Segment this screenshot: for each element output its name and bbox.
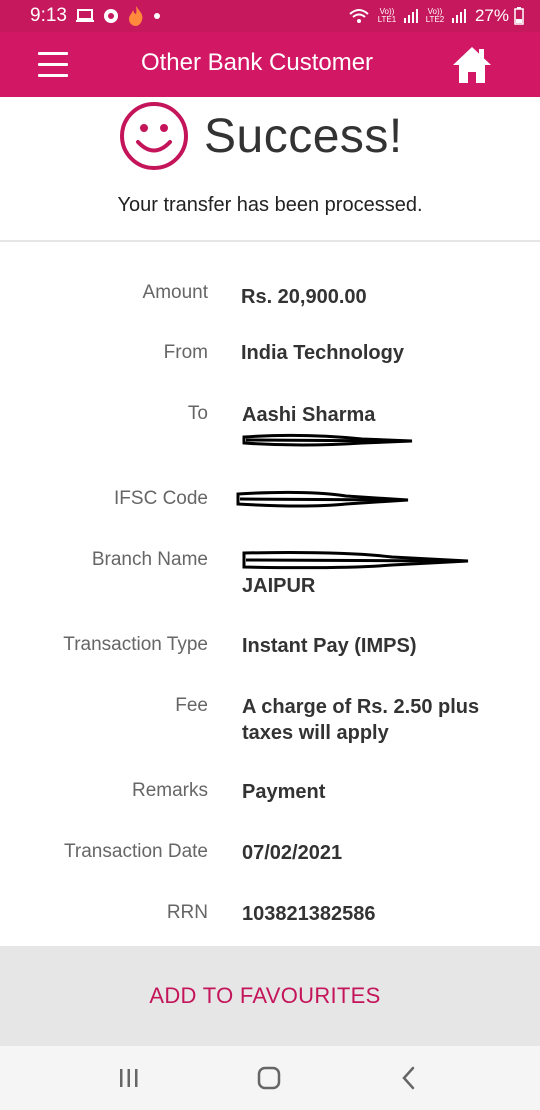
sim1-label: Vo)) LTE1	[377, 7, 397, 24]
detail-value: A charge of Rs. 2.50 plus taxes will app…	[242, 696, 480, 744]
flame-icon	[127, 5, 145, 27]
recent-apps-icon[interactable]	[115, 1064, 143, 1092]
detail-label: Transaction Date	[64, 841, 208, 862]
detail-value: JAIPUR	[242, 575, 316, 597]
detail-label: To	[187, 403, 208, 424]
back-icon[interactable]	[395, 1064, 423, 1092]
add-to-favourites-button[interactable]: ADD TO FAVOURITES	[0, 946, 540, 1046]
navigation-bar	[0, 1046, 540, 1110]
signal-icon	[403, 9, 418, 23]
transfer-details: Amount Rs. 20,900.00 From India Technolo…	[0, 244, 540, 946]
detail-label: Transaction Type	[63, 634, 208, 655]
smiley-icon	[119, 101, 189, 171]
redaction-scribble	[236, 490, 409, 508]
sim2-label: Vo)) LTE2	[425, 7, 445, 24]
detail-label: From	[163, 342, 208, 363]
battery-percent: 27%	[474, 6, 509, 25]
battery-icon	[514, 7, 524, 25]
redaction-scribble	[242, 433, 413, 447]
page-title: Other Bank Customer	[140, 49, 374, 76]
status-time: 9:13	[30, 5, 67, 26]
add-to-favourites-label: ADD TO FAVOURITES	[149, 983, 381, 1008]
success-header: Success! Your transfer has been processe…	[0, 97, 540, 242]
detail-value: India Technology	[241, 342, 404, 364]
detail-label: Amount	[142, 282, 208, 303]
detail-label: Remarks	[131, 780, 208, 801]
home-icon[interactable]	[451, 45, 493, 85]
signal-icon	[451, 9, 466, 23]
app-bar: Other Bank Customer	[0, 32, 540, 97]
success-message: Your transfer has been processed.	[117, 194, 423, 216]
detail-value: Payment	[242, 781, 326, 803]
detail-value: Rs. 20,900.00	[241, 286, 367, 308]
dot-icon	[153, 12, 161, 20]
detail-label: Fee	[175, 695, 208, 716]
home-nav-icon[interactable]	[255, 1064, 283, 1092]
redaction-scribble	[242, 551, 469, 570]
chrome-icon	[103, 8, 119, 24]
detail-label: IFSC Code	[114, 488, 208, 509]
success-title: Success!	[204, 110, 403, 163]
detail-value: Instant Pay (IMPS)	[242, 635, 417, 657]
detail-label: RRN	[166, 902, 208, 923]
detail-value: Aashi Sharma	[242, 404, 376, 426]
detail-value: 07/02/2021	[242, 842, 343, 864]
laptop-icon	[75, 8, 95, 24]
wifi-icon	[348, 8, 370, 24]
detail-value: 103821382586	[242, 903, 376, 925]
status-bar: 9:13 Vo)) LTE1 Vo)) LTE2 27%	[0, 0, 540, 32]
detail-label: Branch Name	[91, 549, 208, 570]
